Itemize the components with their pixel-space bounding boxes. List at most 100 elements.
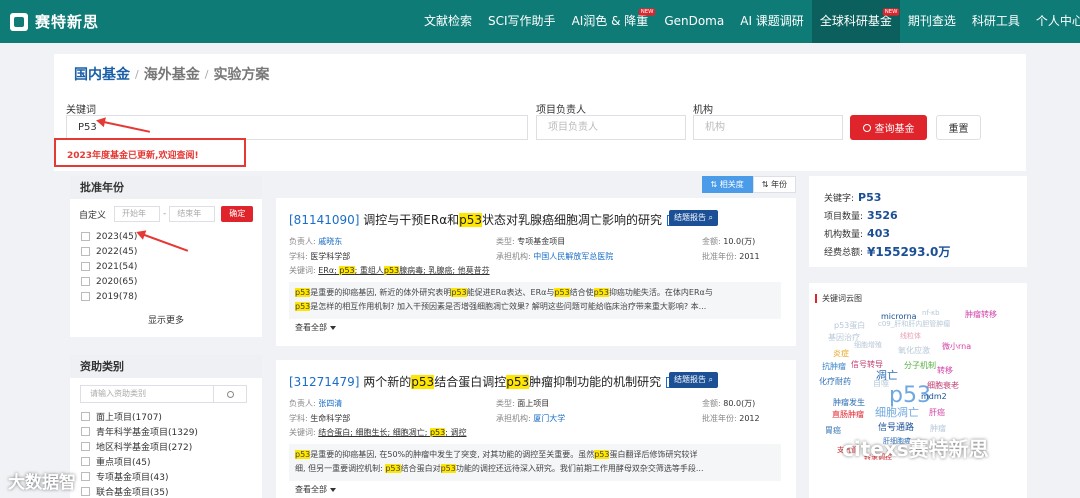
cloud-word[interactable]: 肿瘤转移 (965, 311, 997, 319)
cloud-word[interactable]: 信号转导 (851, 361, 883, 369)
keywords-list[interactable]: 结合蛋白; 细胞生长; 细胞凋亡; p53; 调控 (318, 428, 466, 437)
sort-relevance-button[interactable]: ⇅ 相关度 (701, 176, 753, 193)
year-checkbox-item[interactable]: 2020(65) (70, 274, 262, 289)
highlight-term: p53 (295, 450, 311, 459)
checkbox[interactable] (81, 442, 90, 451)
meta-value[interactable]: 张四清 (318, 399, 342, 408)
see-all-link[interactable]: 查看全部 (295, 322, 336, 333)
see-all-link[interactable]: 查看全部 (295, 484, 336, 495)
year-checkbox-item[interactable]: 2019(78) (70, 289, 262, 304)
tab-domestic-fund[interactable]: 国内基金 (74, 64, 130, 84)
cloud-word[interactable]: mdm2 (921, 393, 947, 401)
checkbox[interactable] (81, 247, 90, 256)
highlight-term: p53 (594, 450, 610, 459)
nav-item[interactable]: 科研工具 (964, 0, 1028, 43)
cloud-word[interactable]: 自噬 (873, 380, 889, 388)
confirm-year-button[interactable]: 确定 (221, 206, 254, 222)
tab-experiment-protocol[interactable]: 实验方案 (213, 64, 269, 84)
report-button[interactable]: 结题报告 ⌕ (669, 372, 719, 388)
cloud-word[interactable]: 胃癌 (825, 427, 841, 435)
text-fragment: 结合使 (569, 288, 594, 297)
leader-input[interactable]: 项目负责人 (536, 115, 686, 140)
cloud-word[interactable]: 肿瘤 (930, 425, 946, 433)
cloud-word[interactable]: 细胞衰老 (927, 382, 959, 390)
meta-subject: 学科: 医学科学部 (289, 251, 350, 262)
cloud-word[interactable]: 细胞增殖 (854, 342, 882, 349)
search-icon (862, 123, 871, 132)
fund-type-search: 请输入资助类别 (80, 385, 247, 403)
checkbox[interactable] (81, 262, 90, 271)
nav-item[interactable]: AI润色 & 降重 NEW (564, 0, 657, 43)
cloud-word[interactable]: 肿瘤发生 (833, 399, 865, 407)
cloud-word[interactable]: nf-κb (922, 310, 940, 317)
stat-keyword-value: P53 (858, 190, 882, 204)
checkbox[interactable] (81, 277, 90, 286)
checkbox[interactable] (81, 232, 90, 241)
cloud-word[interactable]: 直肠肿瘤 (832, 411, 864, 419)
show-more-link[interactable]: 显示更多 (70, 313, 262, 326)
cloud-word[interactable]: 分子机制 (904, 362, 936, 370)
reset-button[interactable]: 重置 (936, 115, 981, 140)
stat-org-count-label: 机构数量: (824, 229, 864, 240)
checkbox[interactable] (81, 457, 90, 466)
year-checkbox-item[interactable]: 2022(45) (70, 244, 262, 259)
checkbox[interactable] (81, 472, 90, 481)
org-input[interactable]: 机构 (693, 115, 843, 140)
checkbox[interactable] (81, 427, 90, 436)
cloud-word[interactable]: 炎症 (833, 350, 849, 358)
fund-type-search-button[interactable] (214, 385, 247, 403)
meta-label: 类型: (496, 237, 515, 246)
stat-total-funding-value: ¥155293.0万 (867, 244, 951, 259)
nav-item[interactable]: AI 课题调研 (732, 0, 812, 43)
meta-value[interactable]: 厦门大学 (533, 414, 565, 423)
fund-type-checkbox-item[interactable]: 青年科学基金项目(1329) (70, 424, 262, 439)
sort-year-label: 年份 (771, 180, 787, 189)
nav-item[interactable]: 文献检索 (416, 0, 480, 43)
cloud-word[interactable]: 转移 (937, 367, 953, 375)
end-year-input[interactable]: 结束年 (169, 206, 216, 222)
nav-item-label: AI润色 & 降重 (571, 14, 649, 28)
nav-item[interactable]: 全球科研基金 NEW (811, 0, 900, 43)
cloud-word[interactable]: 化疗耐药 (819, 378, 851, 386)
meta-value[interactable]: 中国人民解放军总医院 (533, 252, 613, 261)
checkbox[interactable] (81, 292, 90, 301)
report-button[interactable]: 结题报告 ⌕ (669, 210, 719, 226)
cloud-word[interactable]: p53蛋白 (834, 322, 865, 330)
cloud-word[interactable]: c09_肝和肝内胆管肿瘤 (878, 321, 950, 328)
cloud-word[interactable]: 肝癌 (929, 409, 945, 417)
stats-panel: 关键字: P53 项目数量: 3526 机构数量: 403 经费总额: ¥155293.… (809, 176, 1027, 267)
meta-value[interactable]: 戚晓东 (318, 237, 342, 246)
cloud-word[interactable]: 抗肿瘤 (822, 363, 846, 371)
cloud-word[interactable]: 线粒体 (900, 333, 921, 340)
tab-overseas-fund[interactable]: 海外基金 (144, 64, 200, 84)
result-title[interactable]: [31271479] 两个新的p53结合蛋白调控p53肿瘤抑制功能的机制研究 (289, 373, 676, 390)
project-id[interactable]: [81141090] (289, 213, 359, 227)
result-title[interactable]: [81141090] 调控与干预ERα和p53状态对乳腺癌细胞凋亡影响的研究 (289, 211, 677, 228)
cloud-word[interactable]: 细胞凋亡 (875, 407, 919, 418)
site-logo[interactable]: 赛特新思 (10, 11, 99, 32)
nav-item[interactable]: GenDoma (656, 0, 732, 43)
fund-type-checkbox-item[interactable]: 重点项目(45) (70, 454, 262, 469)
fund-type-checkbox-item[interactable]: 专项基金项目(43) (70, 469, 262, 484)
cloud-word[interactable]: 微小rna (942, 343, 971, 351)
project-id[interactable]: [31271479] (289, 375, 359, 389)
nav-item[interactable]: 期刊查选 (900, 0, 964, 43)
checkbox[interactable] (81, 412, 90, 421)
text-fragment: 是重要的抑癌基因, 在50%的肿瘤中发生了突变, 对其功能的调控至关重要。虽然 (310, 450, 595, 459)
fund-type-checkbox-item[interactable]: 联合基金项目(35) (70, 484, 262, 498)
year-checkbox-item[interactable]: 2021(54) (70, 259, 262, 274)
meta-value: 80.0(万) (723, 399, 756, 408)
cloud-word[interactable]: 信号通路 (878, 424, 914, 433)
nav-item[interactable]: 个人中心 (1028, 0, 1080, 43)
checkbox[interactable] (81, 487, 90, 496)
cloud-word[interactable]: 氧化应激 (898, 347, 930, 355)
search-fund-button[interactable]: 查询基金 (850, 115, 927, 140)
fund-type-checkbox-item[interactable]: 地区科学基金项目(272) (70, 439, 262, 454)
sort-year-button[interactable]: ⇅ 年份 (752, 176, 796, 193)
fund-type-input[interactable]: 请输入资助类别 (80, 385, 214, 403)
custom-label: 自定义 (79, 210, 107, 221)
start-year-input[interactable]: 开始年 (114, 206, 161, 222)
nav-item[interactable]: SCI写作助手 (480, 0, 564, 43)
keywords-list[interactable]: ERα; p53; 重组人p53腺病毒; 乳腺癌; 他莫昔芬 (318, 266, 490, 275)
fund-type-checkbox-item[interactable]: 面上项目(1707) (70, 409, 262, 424)
